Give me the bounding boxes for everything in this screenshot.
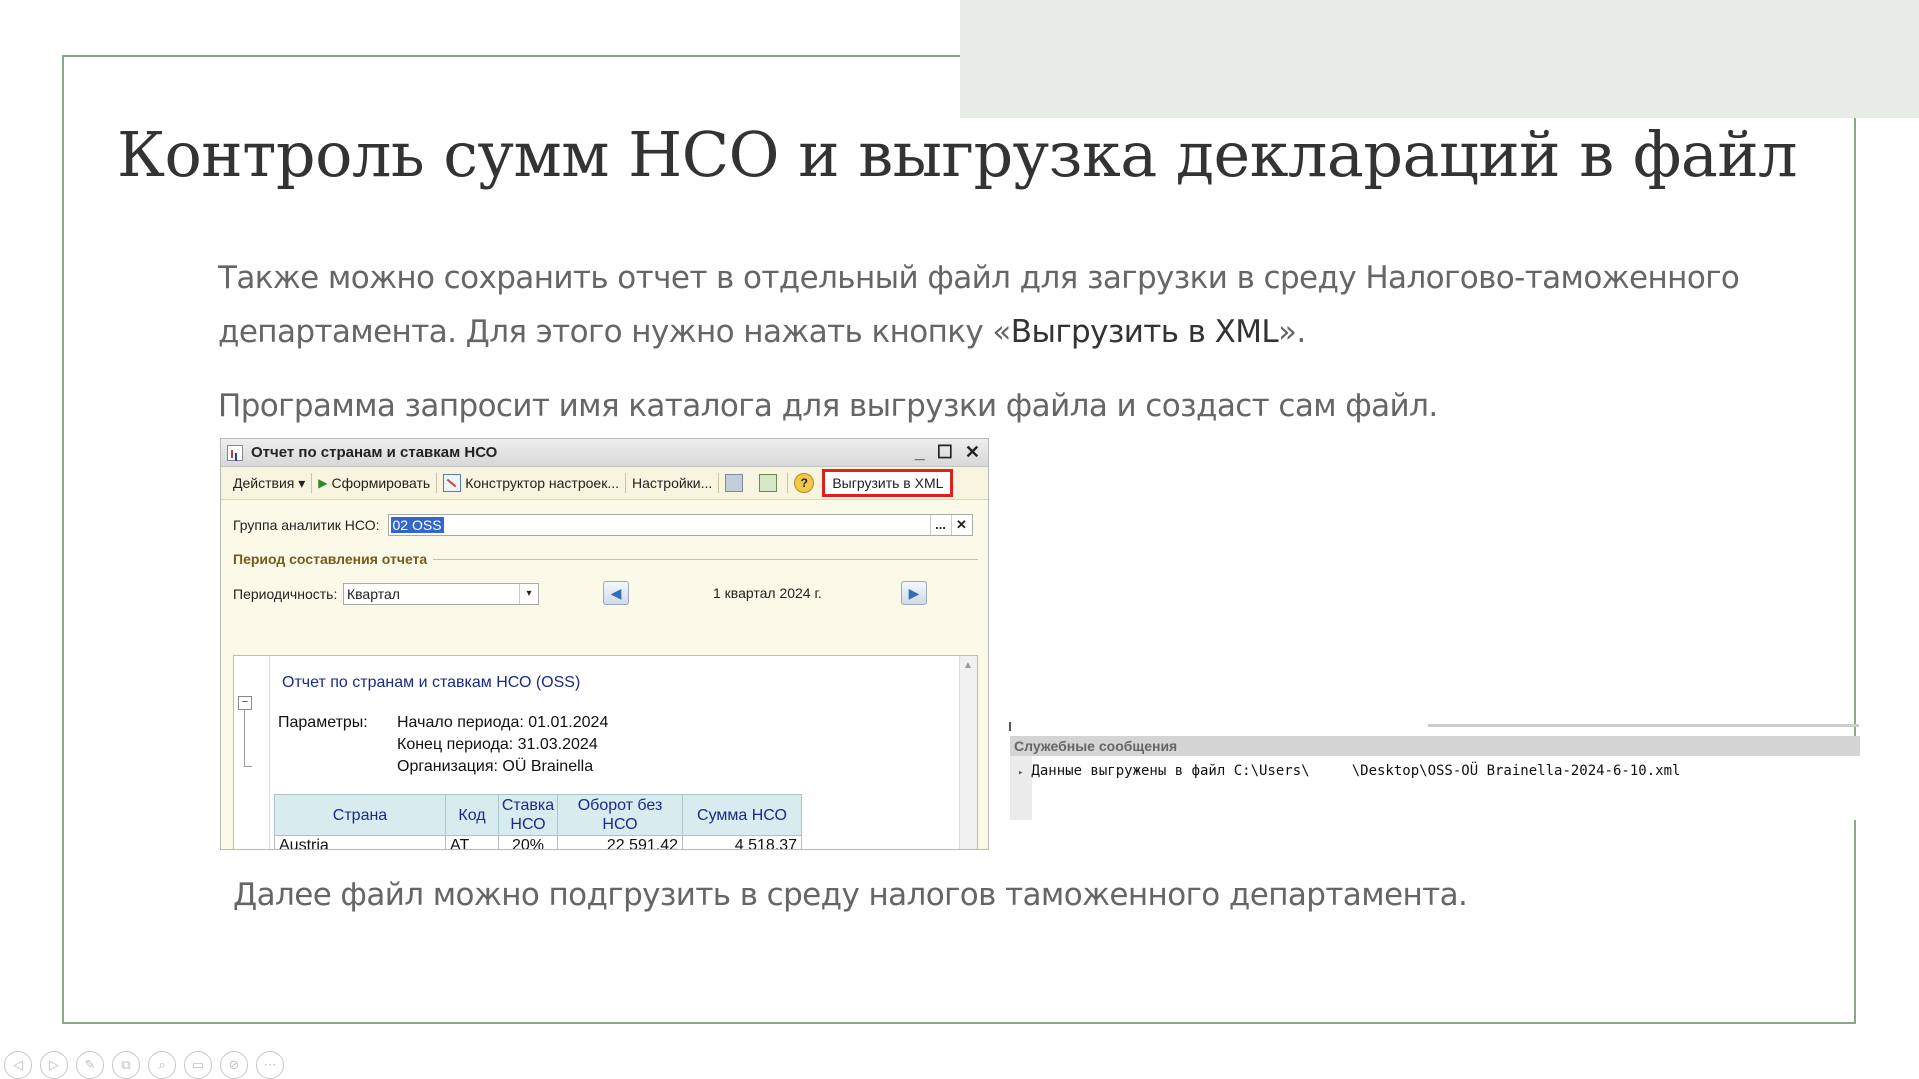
messages-header: Служебные сообщения bbox=[1010, 736, 1860, 756]
maximize-button[interactable]: ☐ bbox=[937, 442, 953, 463]
actions-menu[interactable]: Действия ▾ bbox=[227, 475, 311, 492]
window-titlebar[interactable]: Отчет по странам и ставкам НСО _ ☐ ✕ bbox=[221, 439, 988, 467]
col-code: Код bbox=[445, 794, 499, 836]
window-controls: _ ☐ ✕ bbox=[915, 442, 988, 463]
cell-code: AT bbox=[445, 835, 499, 849]
slide-title: Контроль сумм НСО и выгрузка деклараций … bbox=[117, 118, 1798, 191]
help-icon[interactable]: ? bbox=[794, 473, 815, 493]
period-section-title: Период составления отчета bbox=[233, 551, 428, 567]
save-settings-button[interactable] bbox=[719, 474, 753, 492]
params-label: Параметры: bbox=[278, 714, 368, 731]
col-turnover: Оборот без НСО bbox=[557, 794, 683, 836]
analytics-group-value: 02 OSS bbox=[390, 517, 444, 533]
period-text: 1 квартал 2024 г. bbox=[713, 585, 822, 601]
toolbar-separator bbox=[787, 473, 789, 493]
table-row: Austria AT 20% 22 591,42 4 518,37 bbox=[274, 835, 802, 849]
section-divider bbox=[433, 558, 978, 560]
group-bracket bbox=[244, 709, 252, 767]
report-area: − Отчет по странам и ставкам НСО (OSS) П… bbox=[233, 655, 978, 849]
constructor-button-label: Конструктор настроек... bbox=[465, 475, 619, 491]
close-button[interactable]: ✕ bbox=[965, 442, 980, 463]
constructor-button[interactable]: Конструктор настроек... bbox=[437, 474, 625, 492]
paragraph-1-end: ». bbox=[1278, 314, 1306, 350]
scroll-up-icon[interactable]: ▲ bbox=[963, 660, 973, 671]
report-toolbar: Действия ▾ ▶ Сформировать Конструктор на… bbox=[221, 467, 988, 500]
message-row[interactable]: ▸ Данные выгружены в файл C:\Users\ \Desk… bbox=[1018, 763, 1680, 779]
arrow-right-icon: ▶ bbox=[908, 584, 920, 601]
prev-period-button[interactable]: ◀ bbox=[603, 581, 629, 605]
paragraph-2: Программа запросит имя каталога для выгр… bbox=[218, 388, 1438, 424]
report-window: Отчет по странам и ставкам НСО _ ☐ ✕ Дей… bbox=[220, 438, 989, 850]
pen-icon[interactable]: ✎ bbox=[76, 1051, 104, 1079]
message-arrow-icon: ▸ bbox=[1018, 768, 1024, 778]
report-table: Страна Код Ставка НСО Оборот без НСО Сум… bbox=[274, 794, 802, 849]
decorative-corner-block bbox=[960, 0, 1919, 118]
periodicity-value: Квартал bbox=[347, 586, 400, 602]
cell-turnover: 22 591,42 bbox=[557, 835, 683, 849]
camera-off-icon[interactable]: ⊘ bbox=[220, 1051, 248, 1079]
generate-button-label: Сформировать bbox=[331, 475, 431, 491]
paragraph-1-text: Также можно сохранить отчет в отдельный … bbox=[218, 260, 1740, 350]
panel-divider bbox=[1428, 724, 1859, 727]
table-header-row: Страна Код Ставка НСО Оборот без НСО Сум… bbox=[274, 794, 802, 836]
param-start: Начало периода: 01.01.2024 bbox=[397, 714, 609, 731]
load-settings-button[interactable] bbox=[753, 474, 787, 492]
paragraph-1-highlight: Выгрузить в XML bbox=[1010, 314, 1279, 350]
period-section: Период составления отчета bbox=[233, 551, 978, 567]
window-title: Отчет по странам и ставкам НСО bbox=[251, 444, 498, 461]
next-period-button[interactable]: ▶ bbox=[901, 581, 927, 605]
prev-icon[interactable]: ◁ bbox=[4, 1051, 32, 1079]
message-text: Данные выгружены в файл C:\Users\ \Deskt… bbox=[1031, 763, 1681, 779]
analytics-group-row: Группа аналитик НСО: 02 OSS ... ✕ bbox=[233, 514, 973, 536]
clear-button[interactable]: ✕ bbox=[950, 515, 972, 535]
periodicity-row: Периодичность: Квартал ▾ ◀ 1 квартал 202… bbox=[233, 581, 978, 607]
subtitle-icon[interactable]: ▭ bbox=[184, 1051, 212, 1079]
presenter-toolbar: ◁ ▷ ✎ ⧉ ⌕ ▭ ⊘ ⋯ bbox=[4, 1051, 284, 1079]
cell-rate: 20% bbox=[498, 835, 558, 849]
generate-button[interactable]: ▶ Сформировать bbox=[312, 475, 436, 491]
messages-panel: Служебные сообщения ▸ Данные выгружены в … bbox=[1010, 736, 1860, 820]
periodicity-select[interactable]: Квартал ▾ bbox=[343, 583, 539, 605]
next-icon[interactable]: ▷ bbox=[40, 1051, 68, 1079]
save-settings-icon bbox=[725, 474, 744, 492]
report-app-icon bbox=[227, 444, 243, 461]
report-gutter bbox=[269, 656, 270, 849]
param-end: Конец периода: 31.03.2024 bbox=[397, 736, 598, 753]
periodicity-label: Периодичность: bbox=[233, 586, 338, 602]
slides-icon[interactable]: ⧉ bbox=[112, 1051, 140, 1079]
chevron-down-icon[interactable]: ▾ bbox=[519, 584, 538, 604]
col-vat-sum: Сумма НСО bbox=[682, 794, 802, 836]
report-title: Отчет по странам и ставкам НСО (OSS) bbox=[282, 674, 581, 691]
panel-tick bbox=[1009, 722, 1011, 731]
constructor-icon bbox=[443, 474, 462, 492]
analytics-group-input[interactable]: 02 OSS ... ✕ bbox=[387, 514, 973, 536]
paragraph-1: Также можно сохранить отчет в отдельный … bbox=[218, 251, 1778, 359]
collapse-icon[interactable]: − bbox=[238, 696, 252, 710]
analytics-group-buttons: ... ✕ bbox=[929, 515, 972, 535]
minimize-button[interactable]: _ bbox=[915, 442, 925, 463]
select-button[interactable]: ... bbox=[929, 515, 951, 535]
col-rate: Ставка НСО bbox=[498, 794, 558, 836]
col-country: Страна bbox=[274, 794, 446, 836]
arrow-left-icon: ◀ bbox=[610, 584, 622, 601]
cell-country: Austria bbox=[274, 835, 446, 849]
more-icon[interactable]: ⋯ bbox=[256, 1051, 284, 1079]
report-scrollbar[interactable]: ▲ bbox=[959, 656, 977, 849]
settings-button[interactable]: Настройки... bbox=[626, 475, 718, 491]
export-xml-button[interactable]: Выгрузить в XML bbox=[822, 469, 954, 497]
paragraph-3: Далее файл можно подгрузить в среду нало… bbox=[233, 877, 1468, 913]
param-org: Организация: OÜ Brainella bbox=[397, 758, 594, 775]
play-icon: ▶ bbox=[318, 476, 328, 490]
cell-vat-sum: 4 518,37 bbox=[682, 835, 802, 849]
analytics-group-label: Группа аналитик НСО: bbox=[233, 517, 380, 533]
load-settings-icon bbox=[759, 474, 778, 492]
zoom-icon[interactable]: ⌕ bbox=[148, 1051, 176, 1079]
